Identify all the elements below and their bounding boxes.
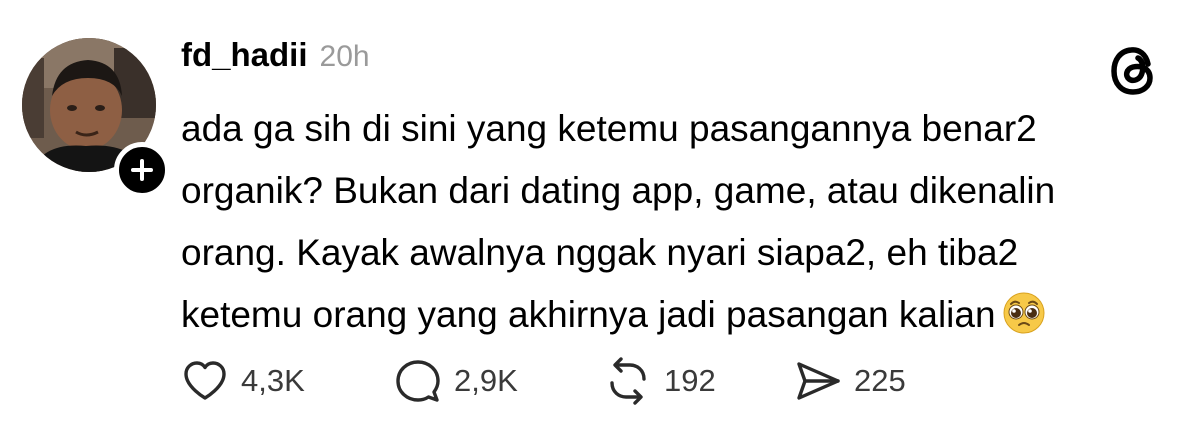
post-timestamp: 20h — [319, 40, 370, 73]
send-icon — [797, 362, 840, 400]
pleading-face-emoji-icon — [1003, 292, 1045, 334]
post-text-line: ketemu orang yang akhirnya jadi pasangan… — [181, 294, 996, 335]
reply-count: 2,9K — [454, 363, 518, 398]
repost-count: 192 — [664, 363, 716, 398]
follow-button[interactable] — [114, 142, 170, 198]
action-bar: 4,3K 2,9K 192 225 — [181, 356, 906, 406]
share-button[interactable]: 225 — [794, 357, 906, 405]
post-body: ada ga sih di sini yang ketemu pasangann… — [181, 98, 1141, 346]
like-button[interactable]: 4,3K — [181, 357, 394, 405]
speech-bubble-icon — [396, 360, 440, 402]
post-text-line: orang. Kayak awalnya nggak nyari siapa2,… — [181, 232, 1019, 273]
plus-icon — [131, 159, 153, 181]
repost-button[interactable]: 192 — [604, 357, 794, 405]
avatar-container — [22, 38, 170, 198]
reply-button[interactable]: 2,9K — [394, 357, 604, 405]
post-text-line-last: ketemu orang yang akhirnya jadi pasangan… — [181, 284, 1141, 346]
like-count: 4,3K — [241, 363, 305, 398]
post-text-line: ada ga sih di sini yang ketemu pasangann… — [181, 108, 1037, 149]
repost-arrows-icon — [610, 357, 646, 405]
threads-logo-icon — [1111, 47, 1153, 95]
post-header: fd_hadii 20h — [181, 36, 370, 74]
heart-icon — [184, 361, 226, 400]
post-text-line: organik? Bukan dari dating app, game, at… — [181, 170, 1056, 211]
username-link[interactable]: fd_hadii — [181, 36, 308, 74]
share-count: 225 — [854, 363, 906, 398]
thread-post: fd_hadii 20h ada ga sih di sini yang ket… — [0, 0, 1200, 439]
